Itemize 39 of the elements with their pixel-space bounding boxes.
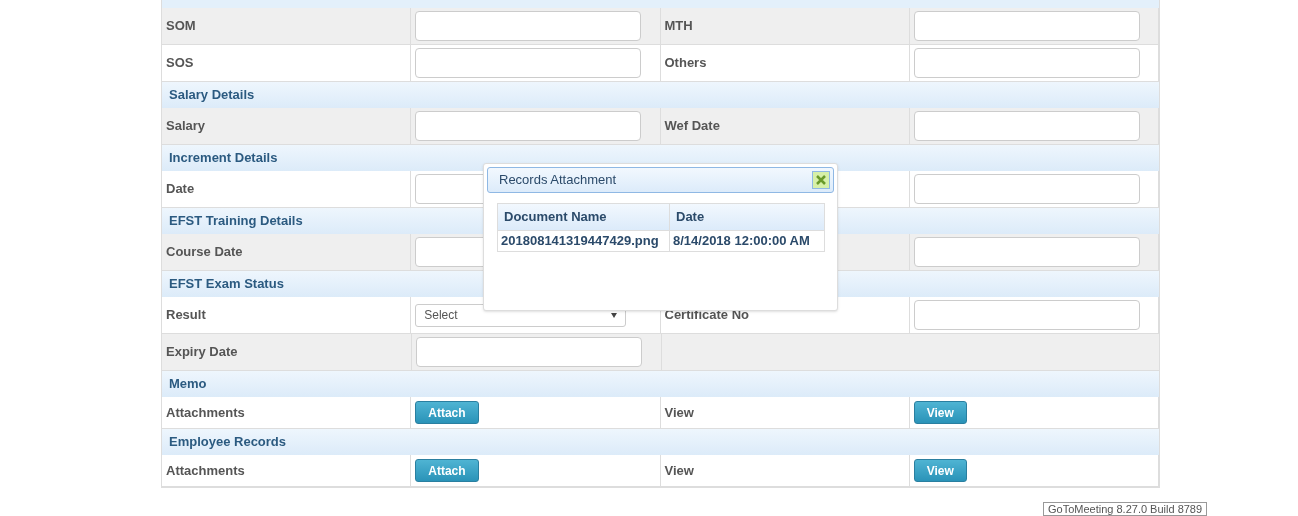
field-label: View [664,461,694,480]
field-label: Expiry Date [166,343,238,362]
table-cell: 201808141319447429.png [498,231,670,251]
field-label: Attachments [166,403,245,422]
field-label: View [664,403,694,422]
input-field[interactable] [913,300,1140,330]
input-field[interactable] [913,237,1140,267]
action-button[interactable]: Attach [415,459,479,482]
input-field[interactable] [913,11,1140,41]
field-label: Result [166,306,206,325]
section-header: Salary Details [162,82,1159,108]
field-label: SOS [166,54,194,73]
field-label: SOM [166,17,196,36]
field-label: Attachments [166,461,245,480]
input-field[interactable] [913,111,1140,141]
action-button[interactable]: View [913,401,967,424]
column-header: Document Name [498,204,670,230]
section-header: Employee Records [162,429,1159,455]
action-button[interactable]: Attach [415,401,479,424]
input-field[interactable] [415,111,642,141]
action-button[interactable]: View [913,459,967,482]
column-header: Date [675,208,706,227]
field-label: Wef Date [664,117,720,136]
dialog-title: Records Attachment [499,171,617,190]
field-label: Date [166,180,195,199]
field-label: Course Date [166,243,243,262]
field-label: Salary [166,117,206,136]
close-icon [816,175,826,185]
input-field[interactable] [415,11,642,41]
section-header: Memo [162,371,1159,397]
field-label: Others [664,54,707,73]
field-label: MTH [664,17,693,36]
input-field[interactable] [415,48,642,78]
input-field[interactable] [913,48,1140,78]
input-field[interactable] [416,337,642,367]
table-cell-text: 8/14/2018 12:00:00 AM [672,232,811,251]
input-field[interactable] [913,174,1140,204]
close-button[interactable] [812,171,830,189]
tooltip: GoToMeeting 8.27.0 Build 8789 [1043,502,1208,516]
